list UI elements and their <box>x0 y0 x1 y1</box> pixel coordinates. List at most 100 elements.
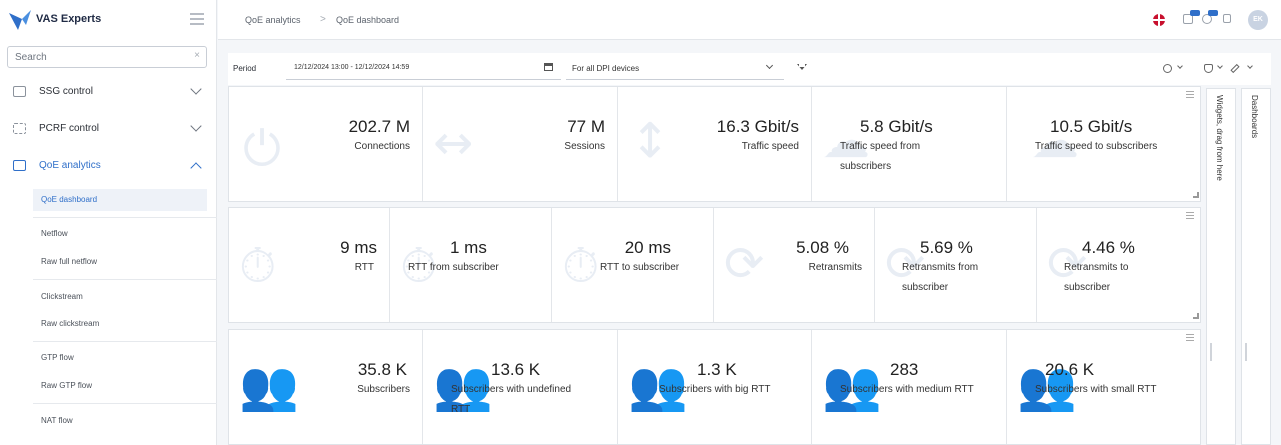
widget-retransmits[interactable]: ⟳ 5.08 % Retransmits <box>714 208 875 322</box>
dashboards-panel[interactable]: Dashboards <box>1241 88 1271 445</box>
metric-label: Subscribers with small RTT <box>1035 384 1157 395</box>
dpi-device-select[interactable]: For all DPI devices <box>566 56 784 80</box>
sidebar-item-netflow[interactable]: Netflow <box>33 223 207 245</box>
notification-badge <box>1190 10 1200 16</box>
metric-label: Retransmits <box>808 262 862 273</box>
lock-icon[interactable] <box>1223 14 1231 23</box>
metric-value: 4.46 % <box>1082 238 1135 257</box>
calendar-icon[interactable] <box>544 63 553 71</box>
sidebar-item-raw-gtp-flow[interactable]: Raw GTP flow <box>33 375 207 397</box>
metric-value: 1 ms <box>450 238 487 257</box>
breadcrumb-separator: > <box>320 14 326 25</box>
pencil-icon[interactable] <box>1230 63 1240 74</box>
metric-value: 77 M <box>567 117 605 136</box>
widgets-panel[interactable]: Widgets, drag from here <box>1206 88 1236 445</box>
chevron-down-icon <box>765 61 774 70</box>
metric-value: 5.69 % <box>920 238 973 257</box>
widget-menu-icon[interactable] <box>1186 334 1194 341</box>
breadcrumb-qoe-dashboard: QoE dashboard <box>336 15 400 25</box>
widget-menu-icon[interactable] <box>1186 212 1194 219</box>
metric-label: RTT <box>451 404 471 415</box>
sidebar-item-raw-clickstream[interactable]: Raw clickstream <box>33 313 207 335</box>
topbar: QoE analytics > QoE dashboard EK <box>218 0 1281 40</box>
widget-rtt-to-subscriber[interactable]: ⏱ 20 ms RTT to subscriber <box>552 208 714 322</box>
menu-label: PCRF control <box>39 123 100 134</box>
widget-subscribers-big-rtt[interactable]: 👥 1.3 K Subscribers with big RTT <box>618 330 812 444</box>
metric-label: Traffic speed to subscribers <box>1035 141 1158 152</box>
metric-label: Retransmits from <box>902 262 979 273</box>
users-icon: 👥 <box>239 358 299 414</box>
resize-handle-icon[interactable] <box>1193 192 1199 198</box>
sidebar-item-nat-flow[interactable]: NAT flow <box>33 410 207 432</box>
chevron-up-icon <box>190 162 202 174</box>
widget-subscribers-medium-rtt[interactable]: 👥 283 Subscribers with medium RTT <box>812 330 1007 444</box>
menu-item-pcrf-control[interactable]: PCRF control <box>0 113 217 145</box>
drag-handle[interactable] <box>1245 343 1247 361</box>
widget-subscribers[interactable]: 👥 35.8 K Subscribers <box>229 330 423 444</box>
period-label: Period <box>233 64 257 73</box>
chevron-down-icon[interactable] <box>1247 63 1253 69</box>
metric-label: Subscribers <box>357 384 410 395</box>
arrows-horizontal-icon: ↔ <box>433 115 474 171</box>
widget-rtt[interactable]: ⏱ 9 ms RTT <box>229 208 390 322</box>
metric-label: RTT <box>354 262 374 273</box>
chevron-down-icon[interactable] <box>1217 63 1223 69</box>
resize-handle-icon[interactable] <box>1193 313 1199 319</box>
metric-value: 35.8 K <box>357 360 407 379</box>
metric-value: 5.08 % <box>796 238 849 257</box>
notification-badge <box>1208 10 1218 16</box>
sidebar-item-qoe-dashboard[interactable]: QoE dashboard <box>33 189 207 211</box>
metric-label: Subscribers with big RTT <box>659 384 771 395</box>
stopwatch-icon: ⏱ <box>562 238 600 294</box>
sidebar-item-raw-full-netflow[interactable]: Raw full netflow <box>33 251 207 273</box>
date-range-input[interactable]: 12/12/2024 13:00 - 12/12/2024 14:59 <box>286 56 561 80</box>
metric-value: 1.3 K <box>697 360 737 379</box>
date-range-value: 12/12/2024 13:00 - 12/12/2024 14:59 <box>294 64 410 71</box>
chevron-down-icon[interactable] <box>1177 63 1183 69</box>
refresh-icon[interactable] <box>1163 64 1172 73</box>
menu-label: QoE analytics <box>39 160 101 171</box>
metric-label: RTT to subscriber <box>600 262 680 273</box>
widget-sessions[interactable]: ↔ 77 M Sessions <box>423 87 618 201</box>
search-input[interactable] <box>8 47 188 67</box>
menu-item-qoe-analytics[interactable]: QoE analytics <box>0 150 217 182</box>
hamburger-menu-icon[interactable] <box>190 13 204 25</box>
widget-traffic-speed-to-subscribers[interactable]: ☁ 10.5 Gbit/s Traffic speed to subscribe… <box>1007 87 1202 201</box>
filter-icon[interactable] <box>797 63 807 70</box>
widget-retransmits-from-subscriber[interactable]: ⟳ 5.69 % Retransmits from subscriber <box>875 208 1037 322</box>
metric-value: 10.5 Gbit/s <box>1050 117 1133 136</box>
widget-traffic-speed-from-subscribers[interactable]: ☁ 5.8 Gbit/s Traffic speed from subscrib… <box>812 87 1007 201</box>
filter-bar: Period 12/12/2024 13:00 - 12/12/2024 14:… <box>228 53 1271 85</box>
widget-menu-icon[interactable] <box>1186 91 1194 98</box>
sidebar-item-gtp-flow[interactable]: GTP flow <box>33 347 207 369</box>
avatar[interactable]: EK <box>1248 10 1268 30</box>
widget-retransmits-to-subscriber[interactable]: ⟳ 4.46 % Retransmits to subscriber <box>1037 208 1202 322</box>
metric-label: Retransmits to <box>1064 262 1129 273</box>
metric-value: 20.6 K <box>1045 360 1095 379</box>
widget-subscribers-undefined-rtt[interactable]: 👥 13.6 K Subscribers with undefined RTT <box>423 330 618 444</box>
widget-subscribers-small-rtt[interactable]: 👥 20.6 K Subscribers with small RTT <box>1007 330 1202 444</box>
metric-value: 9 ms <box>340 238 377 257</box>
clear-icon[interactable]: × <box>194 50 200 61</box>
widget-row-subscribers: 👥 35.8 K Subscribers 👥 13.6 K Subscriber… <box>228 329 1201 445</box>
uk-flag-icon[interactable] <box>1153 14 1165 26</box>
metric-value: 20 ms <box>624 238 671 257</box>
brand: VAS Experts <box>0 0 217 40</box>
widget-connections[interactable]: ⏻ 202.7 M Connections <box>229 87 423 201</box>
menu-label: SSG control <box>39 86 93 97</box>
divider <box>33 341 217 342</box>
menu-item-ssg-control[interactable]: SSG control <box>0 76 217 108</box>
metric-label: RTT from subscriber <box>408 262 499 273</box>
metric-value: 13.6 K <box>491 360 541 379</box>
widget-rtt-from-subscriber[interactable]: ⏱ 1 ms RTT from subscriber <box>390 208 552 322</box>
drag-handle[interactable] <box>1210 343 1212 361</box>
metric-value: 202.7 M <box>348 117 410 136</box>
metric-label: Connections <box>354 141 410 152</box>
sidebar: VAS Experts × SSG control PCRF control Q… <box>0 0 217 445</box>
widget-traffic-speed[interactable]: ↕ 16.3 Gbit/s Traffic speed <box>618 87 812 201</box>
app-root: VAS Experts × SSG control PCRF control Q… <box>0 0 1281 445</box>
lock-icon[interactable] <box>1204 64 1213 73</box>
sidebar-item-clickstream[interactable]: Clickstream <box>33 286 207 308</box>
breadcrumb-qoe-analytics[interactable]: QoE analytics <box>245 15 301 25</box>
brand-name: VAS Experts <box>36 13 102 25</box>
